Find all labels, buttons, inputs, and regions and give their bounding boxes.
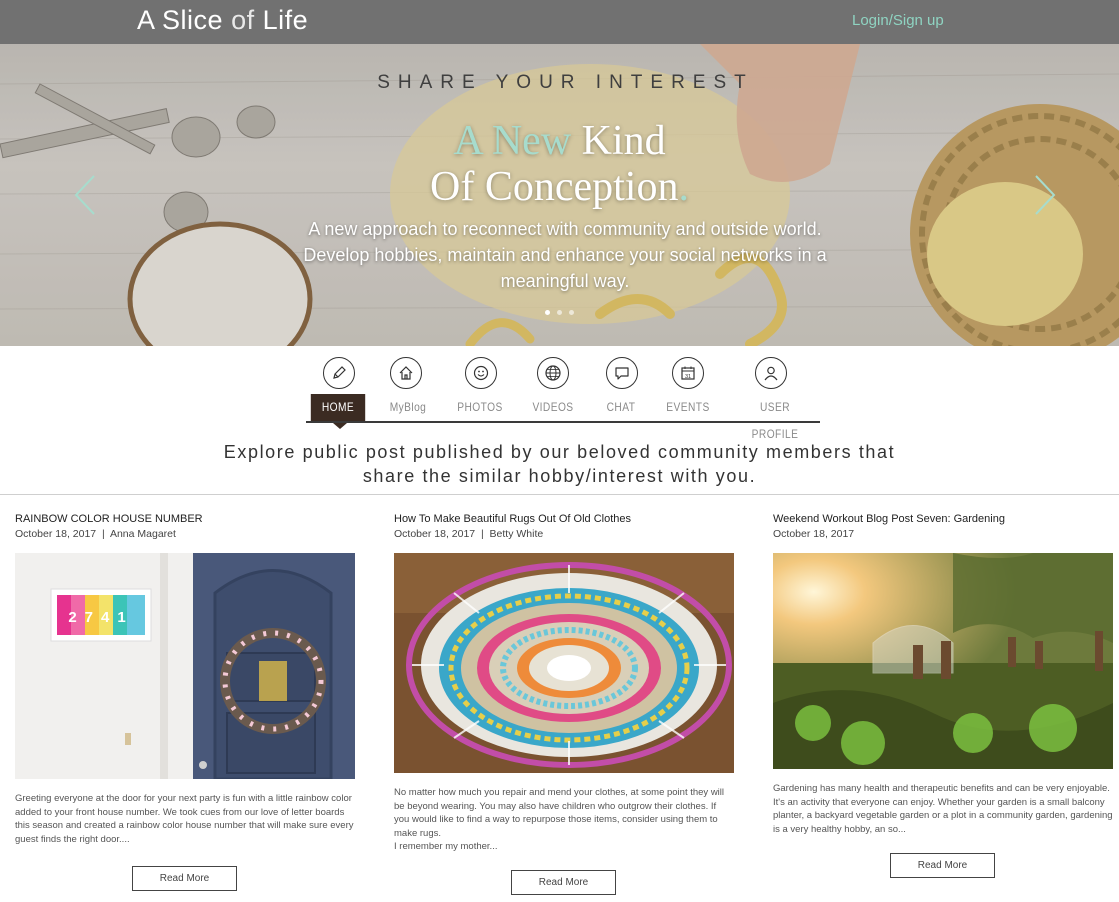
brand-word-1: A Slice (137, 5, 224, 35)
post-card: RAINBOW COLOR HOUSE NUMBER October 18, 2… (15, 513, 355, 845)
main-nav: HOME MyBlog PHOTOS VIDEOS CHAT EVENTS US… (306, 394, 820, 441)
nav-icon-row: 31 (0, 357, 1119, 391)
headline-line2: Of Conception (430, 164, 679, 210)
slider-next-arrow-icon[interactable] (1030, 172, 1060, 218)
pencil-icon[interactable] (323, 357, 355, 389)
post-date: October 18, 2017 (15, 528, 97, 540)
post-excerpt: Greeting everyone at the door for your n… (15, 793, 354, 845)
slider-dots (545, 310, 574, 315)
slider-dot[interactable] (545, 310, 550, 315)
nav-item-videos[interactable]: VIDEOS (525, 394, 581, 421)
section-divider (0, 494, 1119, 495)
intro-line-2: share the similar hobby/interest with yo… (362, 466, 757, 486)
post-title[interactable]: RAINBOW COLOR HOUSE NUMBER (15, 513, 355, 525)
post-excerpt-para: No matter how much you repair and mend y… (394, 787, 725, 839)
top-bar: A Slice of Life Login/Sign up (0, 0, 1119, 44)
login-signup-link[interactable]: Login/Sign up (852, 12, 944, 29)
read-more-button[interactable]: Read More (132, 866, 237, 891)
slider-dot[interactable] (569, 310, 574, 315)
nav-item-chat[interactable]: CHAT (600, 394, 643, 421)
post-date: October 18, 2017 (773, 528, 855, 540)
house-number-text: 2741 (68, 609, 133, 626)
post-meta: October 18, 2017 | Anna Magaret (15, 528, 355, 540)
hero-kicker: SHARE YOUR INTEREST (377, 72, 754, 93)
calendar-icon[interactable]: 31 (672, 357, 704, 389)
post-excerpt: No matter how much you repair and mend y… (394, 786, 734, 854)
read-more-button[interactable]: Read More (511, 870, 616, 895)
post-image[interactable]: 2741 (15, 553, 355, 779)
post-meta: October 18, 2017 (773, 528, 1113, 540)
globe-icon[interactable] (537, 357, 569, 389)
post-image[interactable] (394, 553, 734, 773)
slider-dot[interactable] (557, 310, 562, 315)
site-logo[interactable]: A Slice of Life (137, 5, 308, 36)
intro-line-1: Explore public post published by our bel… (223, 442, 896, 462)
hero-slider: SHARE YOUR INTEREST A New Kind Of Concep… (0, 44, 1119, 346)
meta-separator: | (99, 528, 110, 540)
post-title[interactable]: Weekend Workout Blog Post Seven: Gardeni… (773, 513, 1113, 525)
intro-text: Explore public post published by our bel… (0, 440, 1119, 488)
post-author[interactable]: Betty White (490, 528, 544, 540)
post-image[interactable] (773, 553, 1113, 769)
nav-item-user-profile[interactable]: USER PROFILE (737, 394, 814, 441)
post-card: Weekend Workout Blog Post Seven: Gardeni… (773, 513, 1113, 835)
slider-prev-arrow-icon[interactable] (70, 172, 100, 218)
nav-item-home[interactable]: HOME (310, 394, 366, 421)
brand-word-of: of (231, 5, 255, 35)
nav-underline (306, 421, 820, 423)
headline-dot: . (678, 164, 689, 210)
post-title[interactable]: How To Make Beautiful Rugs Out Of Old Cl… (394, 513, 734, 525)
woven-rug-photo (394, 553, 734, 773)
meta-separator: | (478, 528, 490, 540)
post-card: How To Make Beautiful Rugs Out Of Old Cl… (394, 513, 734, 852)
nav-item-events[interactable]: EVENTS (661, 394, 715, 421)
post-excerpt: Gardening has many health and therapeuti… (773, 783, 1113, 835)
post-excerpt-para: I remember my mother... (394, 841, 498, 852)
speech-bubble-icon[interactable] (606, 357, 638, 389)
nav-active-pointer (333, 423, 347, 429)
hero-headline: A New Kind Of Conception. (0, 118, 1119, 210)
read-more-button[interactable]: Read More (890, 853, 995, 878)
user-icon[interactable] (755, 357, 787, 389)
post-meta: October 18, 2017 | Betty White (394, 528, 734, 540)
post-author[interactable]: Anna Magaret (110, 528, 176, 540)
brand-word-2: Life (262, 5, 309, 35)
headline-rest: Kind (581, 118, 666, 164)
headline-accent: A New (453, 118, 572, 164)
nav-item-myblog[interactable]: MyBlog (383, 394, 434, 421)
calendar-day: 31 (685, 374, 691, 380)
door-wreath-photo: 2741 (15, 553, 355, 779)
nav-item-photos[interactable]: PHOTOS (454, 394, 507, 421)
post-date: October 18, 2017 (394, 528, 476, 540)
hero-subtext: A new approach to reconnect with communi… (303, 219, 827, 291)
smiley-icon[interactable] (465, 357, 497, 389)
garden-photo (773, 553, 1113, 769)
house-icon[interactable] (390, 357, 422, 389)
